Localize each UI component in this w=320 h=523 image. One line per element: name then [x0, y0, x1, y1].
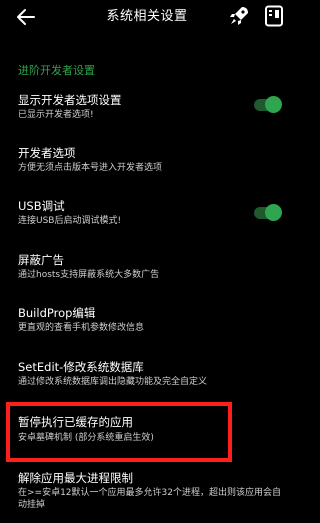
setting-subtitle: 方便无须点击版本号进入开发者选项 [18, 163, 163, 173]
panel-button[interactable] [262, 4, 286, 28]
app-header: 系统相关设置 [0, 0, 294, 36]
setting-title: BuildProp编辑 [18, 306, 96, 320]
setting-title: USB调试 [18, 199, 65, 213]
show-developer-options-toggle[interactable] [254, 96, 282, 113]
setting-block-ads[interactable]: 屏蔽广告 通过hosts支持屏蔽系统大多数广告 [0, 251, 294, 285]
setting-subtitle: 已显示开发者选项! [18, 110, 94, 120]
setting-subtitle: 连接USB后启动调试模式! [18, 216, 122, 226]
setting-subtitle: 通过hosts支持屏蔽系统大多数广告 [18, 270, 160, 280]
setting-subtitle: 在>=安卓12默认一个应用最多允许32个进程，超出则该应用会自动挂掉 [18, 488, 281, 510]
setting-usb-debugging[interactable]: USB调试 连接USB后启动调试模式! [0, 197, 294, 231]
rocket-icon [230, 7, 248, 25]
setting-subtitle: 更直观的查看手机参数修改信息 [18, 323, 145, 333]
setting-title: 开发者选项 [18, 146, 76, 160]
setting-subtitle: 通过修改系统数据库调出隐藏功能及完全自定义 [18, 377, 208, 387]
usb-debugging-toggle[interactable] [254, 204, 282, 221]
section-header: 进阶开发者设置 [18, 64, 95, 77]
highlight-box [6, 402, 232, 462]
setting-setedit[interactable]: SetEdit-修改系统数据库 通过修改系统数据库调出隐藏功能及完全自定义 [0, 358, 294, 392]
setting-title: 解除应用最大进程限制 [18, 471, 133, 485]
setting-show-developer-options[interactable]: 显示开发者选项设置 已显示开发者选项! [0, 91, 294, 131]
setting-remove-process-limit[interactable]: 解除应用最大进程限制 在>=安卓12默认一个应用最多允许32个进程，超出则该应用… [0, 470, 294, 523]
setting-title: 显示开发者选项设置 [18, 93, 122, 107]
panel-icon [265, 5, 283, 27]
setting-title: SetEdit-修改系统数据库 [18, 360, 144, 374]
toggle-knob [265, 96, 282, 113]
setting-buildprop-editor[interactable]: BuildProp编辑 更直观的查看手机参数修改信息 [0, 304, 294, 338]
toggle-knob [265, 204, 282, 221]
setting-developer-options[interactable]: 开发者选项 方便无须点击版本号进入开发者选项 [0, 144, 294, 178]
rocket-button[interactable] [227, 4, 251, 28]
setting-title: 屏蔽广告 [18, 253, 64, 267]
